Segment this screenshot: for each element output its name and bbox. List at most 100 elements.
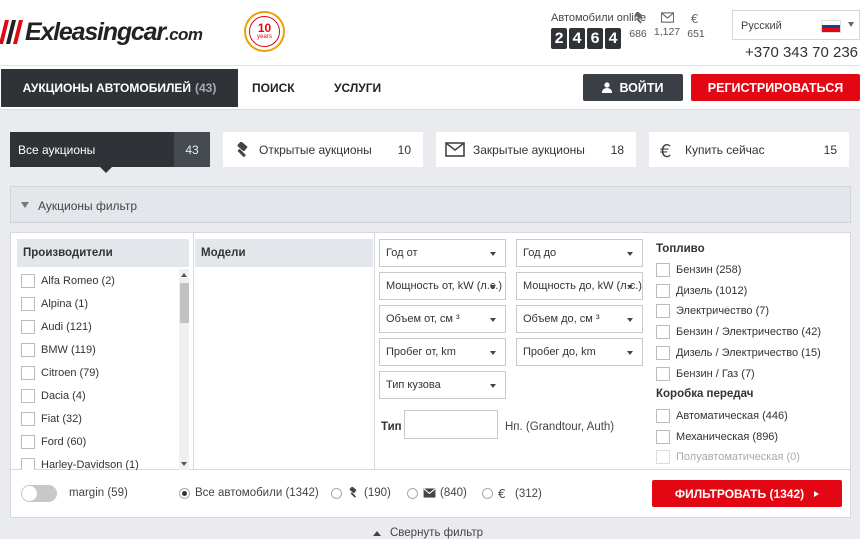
scroll-down-icon[interactable] (181, 462, 187, 466)
fuel-option[interactable]: Бензин / Электричество (42) (656, 324, 821, 340)
logo-domain: .com (164, 24, 203, 44)
radio-buy-now[interactable]: € (312) (482, 487, 542, 500)
filter-button[interactable]: ФИЛЬТРОВАТЬ (1342) (652, 480, 842, 507)
filter-select[interactable]: Объем от, см ³ (379, 305, 506, 333)
radio-all-cars[interactable]: Все автомобили (1342) (179, 487, 319, 499)
radio-closed[interactable]: (840) (407, 487, 467, 499)
checkbox[interactable] (21, 274, 35, 288)
radio-button[interactable] (407, 487, 418, 499)
triangle-down-icon (21, 202, 29, 208)
fuel-label: Дизель (1012) (676, 284, 748, 297)
manufacturers-scrollbar[interactable] (179, 269, 189, 471)
nav-services[interactable]: УСЛУГИ (334, 81, 381, 95)
radio-button[interactable] (179, 487, 190, 499)
gearbox-option[interactable]: Автоматическая (446) (656, 408, 788, 424)
collapse-label: Свернуть фильтр (390, 527, 483, 539)
radio-button[interactable] (331, 487, 342, 499)
stat-buy: € 651 (681, 12, 711, 40)
filter-select[interactable]: Тип кузова (379, 371, 506, 399)
body-type-input[interactable] (404, 410, 498, 439)
checkbox[interactable] (656, 409, 670, 423)
checkbox[interactable] (21, 412, 35, 426)
toggle-knob (22, 486, 37, 501)
online-digit: 2 (551, 28, 567, 49)
checkbox[interactable] (21, 366, 35, 380)
stat-value: 686 (629, 28, 647, 40)
checkbox[interactable] (21, 435, 35, 449)
filter-select[interactable]: Мощность до, kW (л.с.) (516, 272, 643, 300)
tab-open-auctions[interactable]: Открытые аукционы 10 (223, 132, 423, 167)
gearbox-label: Автоматическая (446) (676, 410, 788, 422)
fuel-option[interactable]: Бензин / Газ (7) (656, 366, 755, 382)
tab-closed-auctions[interactable]: Закрытые аукционы 18 (436, 132, 636, 167)
checkbox[interactable] (21, 297, 35, 311)
arrow-right-icon (814, 490, 820, 497)
fuel-option[interactable]: Дизель / Электричество (15) (656, 345, 821, 361)
gearbox-label: Полуавтоматическая (0) (676, 451, 800, 464)
fuel-option[interactable]: Дизель (1012) (656, 283, 747, 299)
filter-title: Аукционы фильтр (38, 199, 138, 213)
nav-auctions-count: (43) (195, 81, 217, 95)
manufacturer-item[interactable]: Dacia (4) (21, 386, 86, 406)
site-logo[interactable]: Exleasingcar.com (0, 14, 203, 50)
manufacturer-item[interactable]: Alpina (1) (21, 294, 88, 314)
tab-buy-now[interactable]: € Купить сейчас 15 (649, 132, 849, 167)
radio-open[interactable]: (190) (331, 487, 391, 499)
manufacturer-item[interactable]: Fiat (32) (21, 409, 82, 429)
checkbox[interactable] (656, 283, 670, 298)
all-cars-count: (1342) (285, 487, 319, 499)
checkbox[interactable] (21, 343, 35, 357)
phone-number[interactable]: +370 343 70 236 (745, 44, 858, 61)
filter-select[interactable]: Год до (516, 239, 643, 267)
body-type-hint: Нп. (Grandtour, Auth) (505, 421, 615, 433)
filter-select[interactable]: Мощность от, kW (л.с.) (379, 272, 506, 300)
checkbox[interactable] (21, 320, 35, 334)
manufacturer-item[interactable]: Ford (60) (21, 432, 86, 452)
chevron-down-icon (490, 318, 496, 322)
margin-toggle[interactable] (21, 485, 57, 502)
tab-count: 18 (610, 143, 624, 157)
language-select[interactable]: Русский (732, 10, 860, 40)
manufacturer-item[interactable]: BMW (119) (21, 340, 96, 360)
checkbox[interactable] (656, 366, 670, 381)
select-value: Мощность от, kW (л.с.) (386, 280, 503, 292)
gearbox-title: Коробка передач (656, 388, 754, 400)
fuel-option[interactable]: Электричество (7) (656, 303, 769, 319)
checkbox[interactable] (21, 389, 35, 403)
stat-value: 1,127 (653, 26, 681, 38)
checkbox[interactable] (656, 345, 670, 360)
filter-select[interactable]: Год от (379, 239, 506, 267)
manufacturer-label: Audi (121) (41, 321, 92, 333)
svg-text:€: € (660, 141, 671, 159)
manufacturer-item[interactable]: Citroen (79) (21, 363, 99, 383)
fuel-label: Дизель / Электричество (15) (676, 346, 821, 359)
manufacturer-item[interactable]: Alfa Romeo (2) (21, 271, 115, 291)
tab-count: 10 (397, 143, 411, 157)
collapse-filter-link[interactable]: Свернуть фильтр (373, 527, 483, 539)
gavel-icon (349, 487, 357, 498)
svg-text:€: € (498, 487, 506, 500)
nav-auctions[interactable]: АУКЦИОНЫ АВТОМОБИЛЕЙ (43) (1, 69, 238, 107)
fuel-option[interactable]: Бензин (258) (656, 262, 741, 278)
checkbox[interactable] (656, 429, 670, 444)
filter-select[interactable]: Объем до, см ³ (516, 305, 643, 333)
manufacturer-item[interactable]: Audi (121) (21, 317, 92, 337)
body-type-label: Тип (381, 421, 402, 433)
select-value: Мощность до, kW (л.с.) (523, 280, 642, 292)
filter-select[interactable]: Пробег от, km (379, 338, 506, 366)
register-button[interactable]: РЕГИСТРИРОВАТЬСЯ (691, 74, 860, 101)
checkbox[interactable] (656, 304, 670, 319)
open-count: (190) (364, 487, 391, 499)
nav-search[interactable]: ПОИСК (252, 81, 295, 95)
filter-select[interactable]: Пробег до, km (516, 338, 643, 366)
scroll-thumb[interactable] (180, 283, 189, 323)
checkbox[interactable] (656, 263, 670, 277)
gearbox-option[interactable]: Механическая (896) (656, 429, 778, 445)
tab-all-auctions[interactable]: Все аукционы 43 (10, 132, 210, 173)
filter-toggle[interactable]: Аукционы фильтр (10, 186, 851, 223)
checkbox[interactable] (656, 325, 670, 340)
radio-button[interactable] (482, 488, 493, 499)
scroll-up-icon[interactable] (181, 273, 187, 277)
russia-flag-icon (821, 20, 841, 33)
login-button[interactable]: ВОЙТИ (583, 74, 683, 101)
